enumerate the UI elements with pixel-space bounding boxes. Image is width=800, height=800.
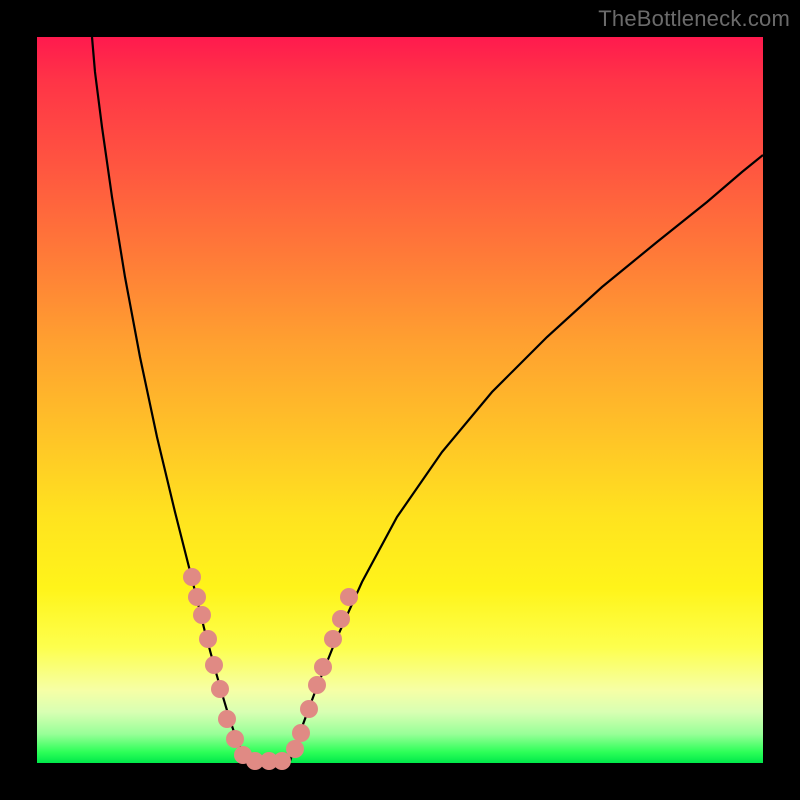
data-dots bbox=[183, 568, 358, 770]
data-dot bbox=[205, 656, 223, 674]
data-dot bbox=[193, 606, 211, 624]
data-dot bbox=[211, 680, 229, 698]
curve-group bbox=[92, 37, 763, 761]
curve-right-branch bbox=[290, 155, 763, 761]
watermark-text: TheBottleneck.com bbox=[598, 6, 790, 32]
data-dot bbox=[300, 700, 318, 718]
data-dot bbox=[332, 610, 350, 628]
data-dot bbox=[183, 568, 201, 586]
data-dot bbox=[218, 710, 236, 728]
chart-frame: TheBottleneck.com bbox=[0, 0, 800, 800]
data-dot bbox=[226, 730, 244, 748]
data-dot bbox=[286, 740, 304, 758]
data-dot bbox=[308, 676, 326, 694]
data-dot bbox=[199, 630, 217, 648]
plot-area bbox=[37, 37, 763, 763]
curve-left-branch bbox=[92, 37, 247, 761]
data-dot bbox=[314, 658, 332, 676]
data-dot bbox=[324, 630, 342, 648]
data-dot bbox=[340, 588, 358, 606]
bottleneck-curve bbox=[37, 37, 763, 763]
data-dot bbox=[292, 724, 310, 742]
data-dot bbox=[188, 588, 206, 606]
